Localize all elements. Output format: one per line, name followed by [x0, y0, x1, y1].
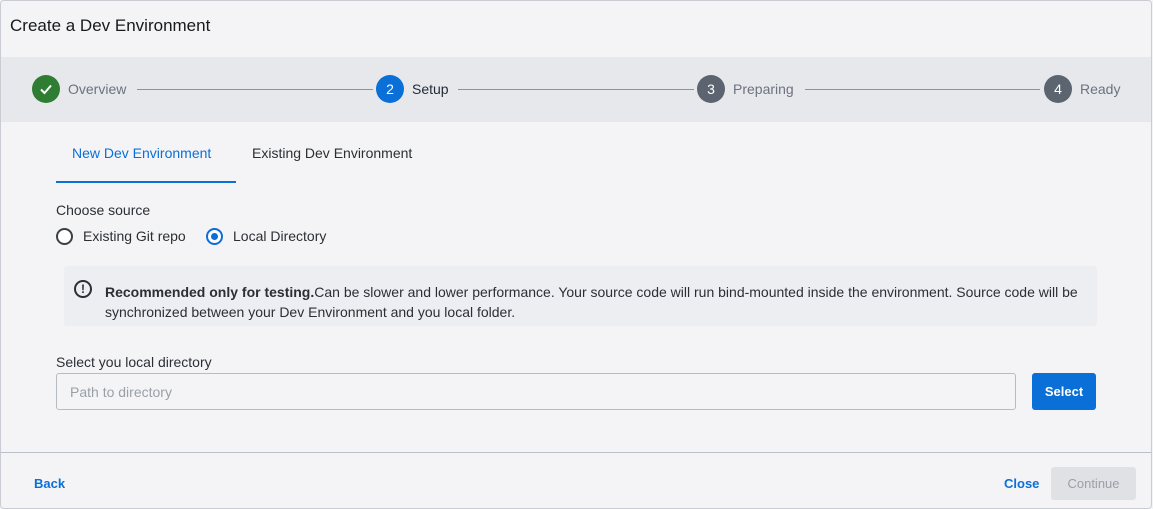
radio-button[interactable]: [56, 227, 73, 245]
tab-existing-dev-environment[interactable]: Existing Dev Environment: [252, 122, 412, 184]
checkmark-icon: [32, 75, 60, 103]
radio-existing-git-repo[interactable]: Existing Git repo: [56, 226, 186, 246]
exclamation-circle-icon: !: [74, 280, 92, 298]
directory-label: Select you local directory: [56, 354, 212, 370]
radio-local-directory[interactable]: Local Directory: [206, 226, 326, 246]
choose-source-label: Choose source: [56, 202, 151, 218]
radio-label: Local Directory: [233, 228, 327, 244]
step-connector: [137, 89, 373, 90]
step-label: Preparing: [733, 81, 794, 97]
step-overview: Overview: [32, 75, 126, 103]
radio-label: Existing Git repo: [83, 228, 186, 244]
continue-button[interactable]: Continue: [1051, 467, 1136, 500]
create-dev-environment-dialog: Create a Dev Environment Overview 2 Setu…: [0, 0, 1152, 509]
dialog-footer: Back Close Continue: [1, 452, 1151, 508]
progress-stepper: Overview 2 Setup 3 Preparing 4 Ready: [1, 57, 1151, 122]
tab-new-dev-environment[interactable]: New Dev Environment: [72, 122, 211, 184]
step-number: 3: [697, 75, 725, 103]
active-tab-indicator: [56, 181, 236, 183]
step-number: 2: [376, 75, 404, 103]
radio-button-selected[interactable]: [206, 227, 223, 245]
step-connector: [805, 89, 1040, 90]
dialog-title: Create a Dev Environment: [10, 16, 211, 35]
back-button[interactable]: Back: [34, 476, 65, 491]
directory-path-input[interactable]: [56, 373, 1016, 410]
close-button[interactable]: Close: [1004, 476, 1039, 491]
alert-bold-text: Recommended only for testing.: [105, 284, 315, 300]
step-setup: 2 Setup: [376, 75, 449, 103]
info-alert: ! Recommended only for testing.Can be sl…: [64, 266, 1097, 326]
step-label: Overview: [68, 81, 127, 97]
step-label: Setup: [412, 81, 449, 97]
step-label: Ready: [1080, 81, 1121, 97]
dialog-content: New Dev Environment Existing Dev Environ…: [1, 122, 1151, 452]
step-ready: 4 Ready: [1044, 75, 1120, 103]
select-directory-button[interactable]: Select: [1032, 373, 1096, 410]
alert-message: Recommended only for testing.Can be slow…: [105, 282, 1085, 322]
step-connector: [458, 89, 694, 90]
step-preparing: 3 Preparing: [697, 75, 794, 103]
dialog-header: Create a Dev Environment: [1, 1, 1151, 57]
step-number: 4: [1044, 75, 1072, 103]
